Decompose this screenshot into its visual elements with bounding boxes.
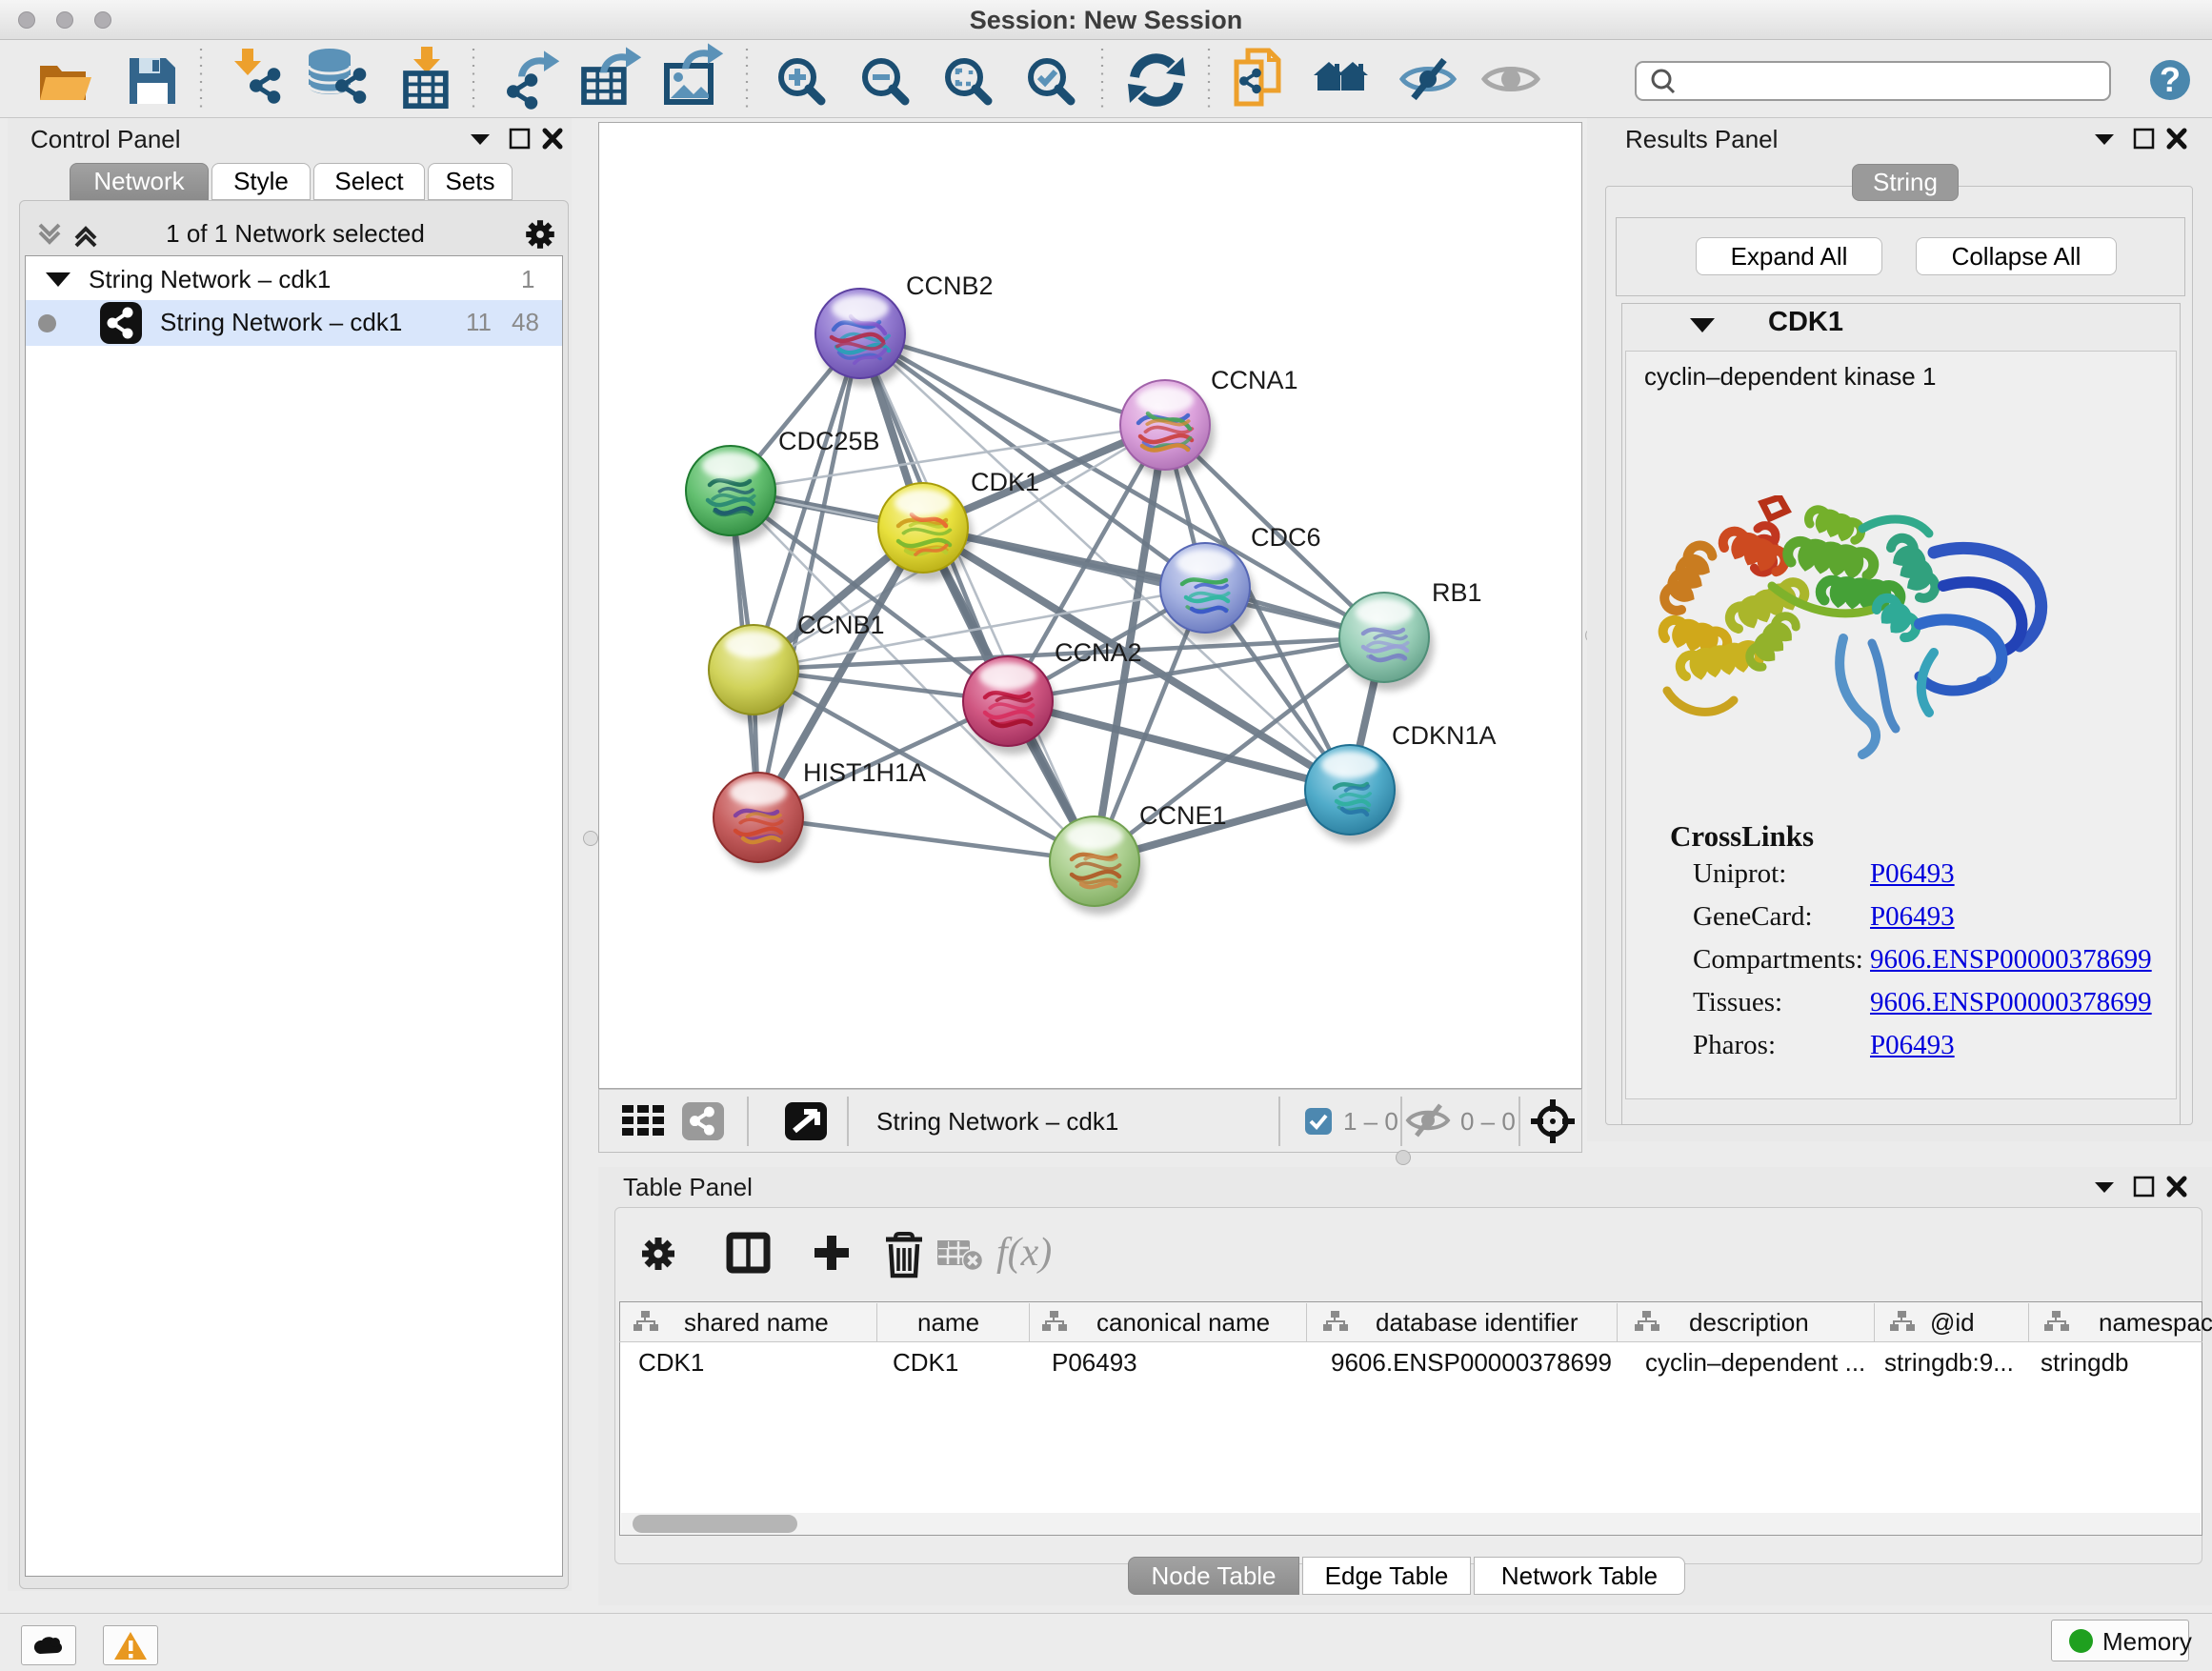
svg-text:CCNE1: CCNE1 bbox=[1139, 801, 1227, 830]
svg-text:CDC6: CDC6 bbox=[1251, 523, 1321, 552]
svg-text:f(x): f(x) bbox=[996, 1231, 1052, 1275]
svg-text:CCNB2: CCNB2 bbox=[906, 272, 994, 300]
svg-text:CCNA1: CCNA1 bbox=[1211, 366, 1298, 394]
svg-text:CDKN1A: CDKN1A bbox=[1392, 721, 1497, 750]
svg-text:String Network – cdk1: String Network – cdk1 bbox=[876, 1107, 1118, 1136]
svg-text:HIST1H1A: HIST1H1A bbox=[803, 758, 926, 787]
svg-text:1 – 0: 1 – 0 bbox=[1343, 1107, 1398, 1136]
svg-text:CCNB1: CCNB1 bbox=[797, 611, 885, 639]
svg-text:0 – 0: 0 – 0 bbox=[1460, 1107, 1516, 1136]
svg-text:RB1: RB1 bbox=[1432, 578, 1482, 607]
svg-text:CCNA2: CCNA2 bbox=[1055, 638, 1142, 667]
svg-text:?: ? bbox=[2160, 60, 2181, 99]
svg-text:CDC25B: CDC25B bbox=[778, 427, 880, 455]
svg-text:CDK1: CDK1 bbox=[971, 468, 1039, 496]
